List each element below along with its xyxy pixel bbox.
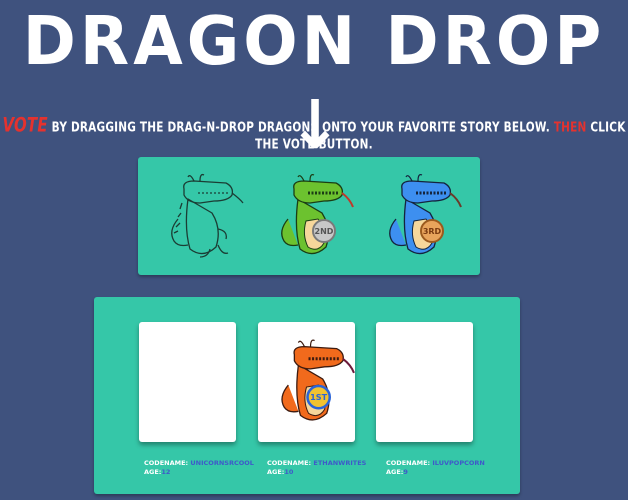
story-card-2[interactable]: 1ST xyxy=(258,322,355,442)
codename-label: CODENAME: xyxy=(386,459,431,467)
story-area: 1ST CODENAME: UNICORNSRCOOL AGE:12 CODEN… xyxy=(94,297,520,494)
dragon-orange-placed[interactable]: 1ST xyxy=(258,332,355,432)
instruction-vote: VOTE xyxy=(2,113,48,137)
instructions: VOTE BY DRAGGING THE DRAG-N-DROP DRAGONS… xyxy=(0,114,628,153)
story-meta-1: CODENAME: UNICORNSRCOOL AGE:12 xyxy=(144,459,264,477)
codename-value: ILUVPOPCORN xyxy=(432,459,485,467)
codename-value: ETHANWRITES xyxy=(313,459,367,467)
story-meta-3: CODENAME: ILUVPOPCORN AGE:9 xyxy=(386,459,506,477)
instruction-middle: BY DRAGGING THE DRAG-N-DROP DRAGONS ONTO… xyxy=(47,120,554,136)
badge-2nd: 2ND xyxy=(315,227,334,236)
codename-label: CODENAME: xyxy=(267,459,312,467)
codename-label: CODENAME: xyxy=(144,459,189,467)
title-text: DRAGON DROP xyxy=(22,3,606,81)
age-value: 9 xyxy=(403,468,408,476)
story-card-3[interactable] xyxy=(376,322,473,442)
age-value: 10 xyxy=(284,468,294,476)
age-label: AGE: xyxy=(144,468,162,476)
dragon-outline-slot[interactable] xyxy=(148,169,244,263)
age-label: AGE: xyxy=(267,468,285,476)
badge-3rd: 3RD xyxy=(423,227,442,236)
age-label: AGE: xyxy=(386,468,404,476)
instruction-then: THEN xyxy=(553,120,587,136)
badge-1st: 1ST xyxy=(310,392,327,402)
dragon-tray: 2ND 3RD xyxy=(138,157,480,275)
codename-value: UNICORNSRCOOL xyxy=(190,459,254,467)
story-card-1[interactable] xyxy=(139,322,236,442)
age-value: 12 xyxy=(161,468,171,476)
dragon-green[interactable]: 2ND xyxy=(258,169,354,263)
dragon-blue[interactable]: 3RD xyxy=(366,169,462,263)
story-meta-2: CODENAME: ETHANWRITES AGE:10 xyxy=(267,459,387,477)
